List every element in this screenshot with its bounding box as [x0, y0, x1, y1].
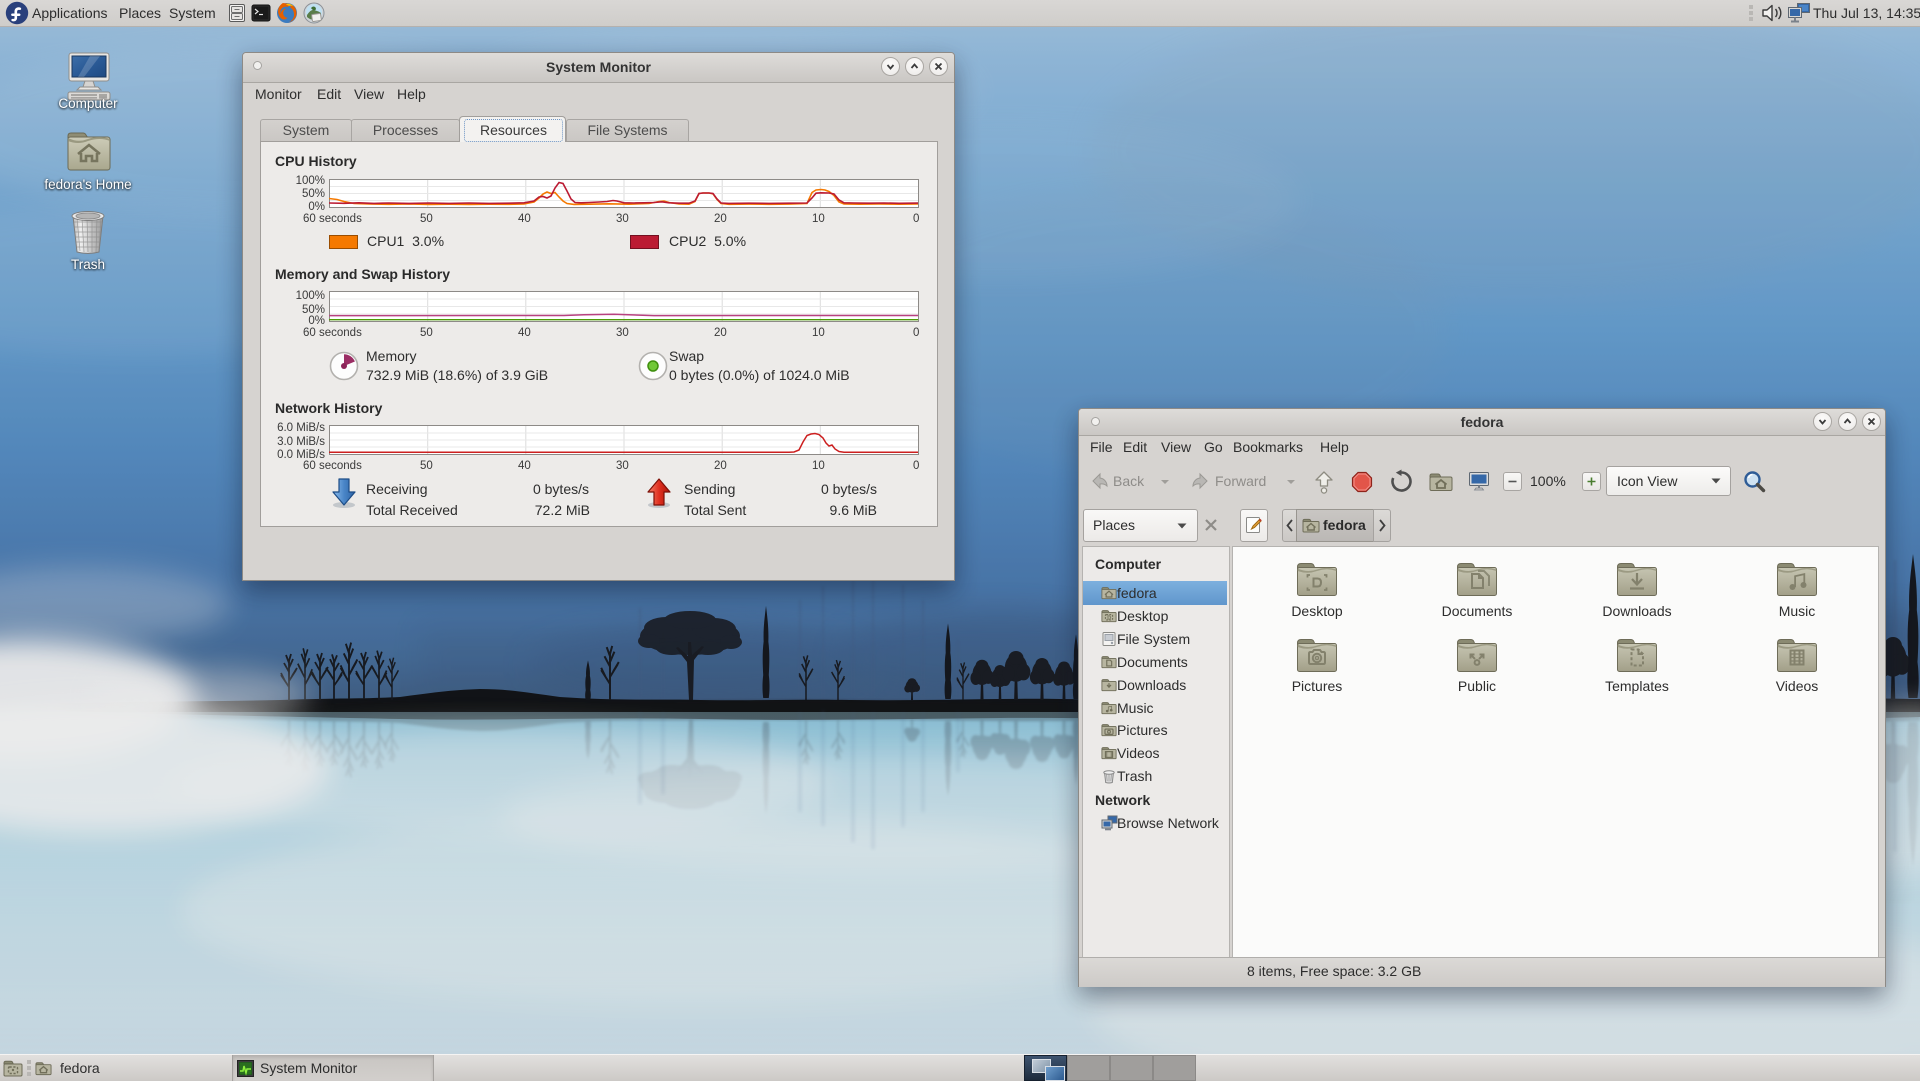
svg-text:D: D	[1107, 616, 1111, 622]
